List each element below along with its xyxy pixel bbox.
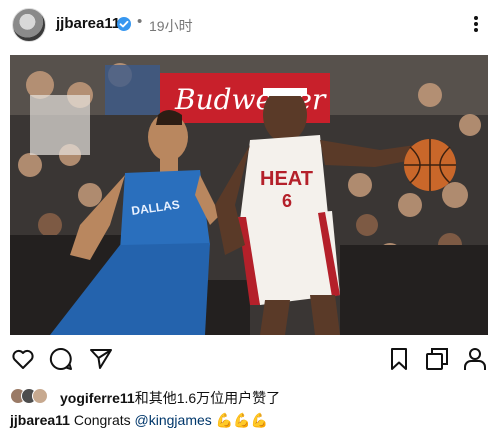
send-icon[interactable] — [88, 346, 114, 372]
heat-jersey-number: 6 — [282, 191, 292, 211]
caption-mention[interactable]: @kingjames — [135, 412, 212, 428]
basketball-photo: Budweiser DALLAS HEAT 6 — [10, 55, 488, 335]
avatar[interactable] — [12, 8, 46, 42]
more-icon[interactable] — [466, 14, 486, 34]
basketball — [404, 139, 456, 191]
comment-icon[interactable] — [48, 346, 74, 372]
post-header: jjbarea11 • 19小时 — [0, 0, 500, 50]
likes-row: yogiferre11和其他1.6万位用户赞了 — [10, 386, 490, 406]
caption-username[interactable]: jjbarea11 — [10, 412, 70, 428]
verified-badge-icon — [117, 17, 131, 31]
first-liker[interactable]: yogiferre11 — [60, 390, 135, 406]
post-caption: jjbarea11 Congrats @kingjames 💪💪💪 — [10, 412, 268, 429]
flexed-biceps-emoji: 💪💪💪 — [215, 412, 268, 428]
bookmark-icon[interactable] — [386, 346, 412, 372]
liker-avatar[interactable] — [32, 388, 48, 404]
post-username[interactable]: jjbarea11 — [56, 15, 120, 32]
profile-icon[interactable] — [462, 346, 488, 372]
caption-text: Congrats — [73, 412, 131, 428]
heat-jersey-text: HEAT — [260, 168, 313, 190]
post-photo[interactable]: Budweiser DALLAS HEAT 6 — [10, 55, 488, 335]
likes-text[interactable]: yogiferre11和其他1.6万位用户赞了 — [60, 388, 280, 408]
likes-count-text[interactable]: 和其他1.6万位用户赞了 — [135, 390, 280, 406]
post-time[interactable]: 19小时 — [149, 16, 193, 36]
post-actions — [0, 342, 500, 378]
heart-icon[interactable] — [10, 346, 36, 372]
carousel-icon[interactable] — [424, 346, 450, 372]
separator-dot: • — [137, 13, 143, 30]
